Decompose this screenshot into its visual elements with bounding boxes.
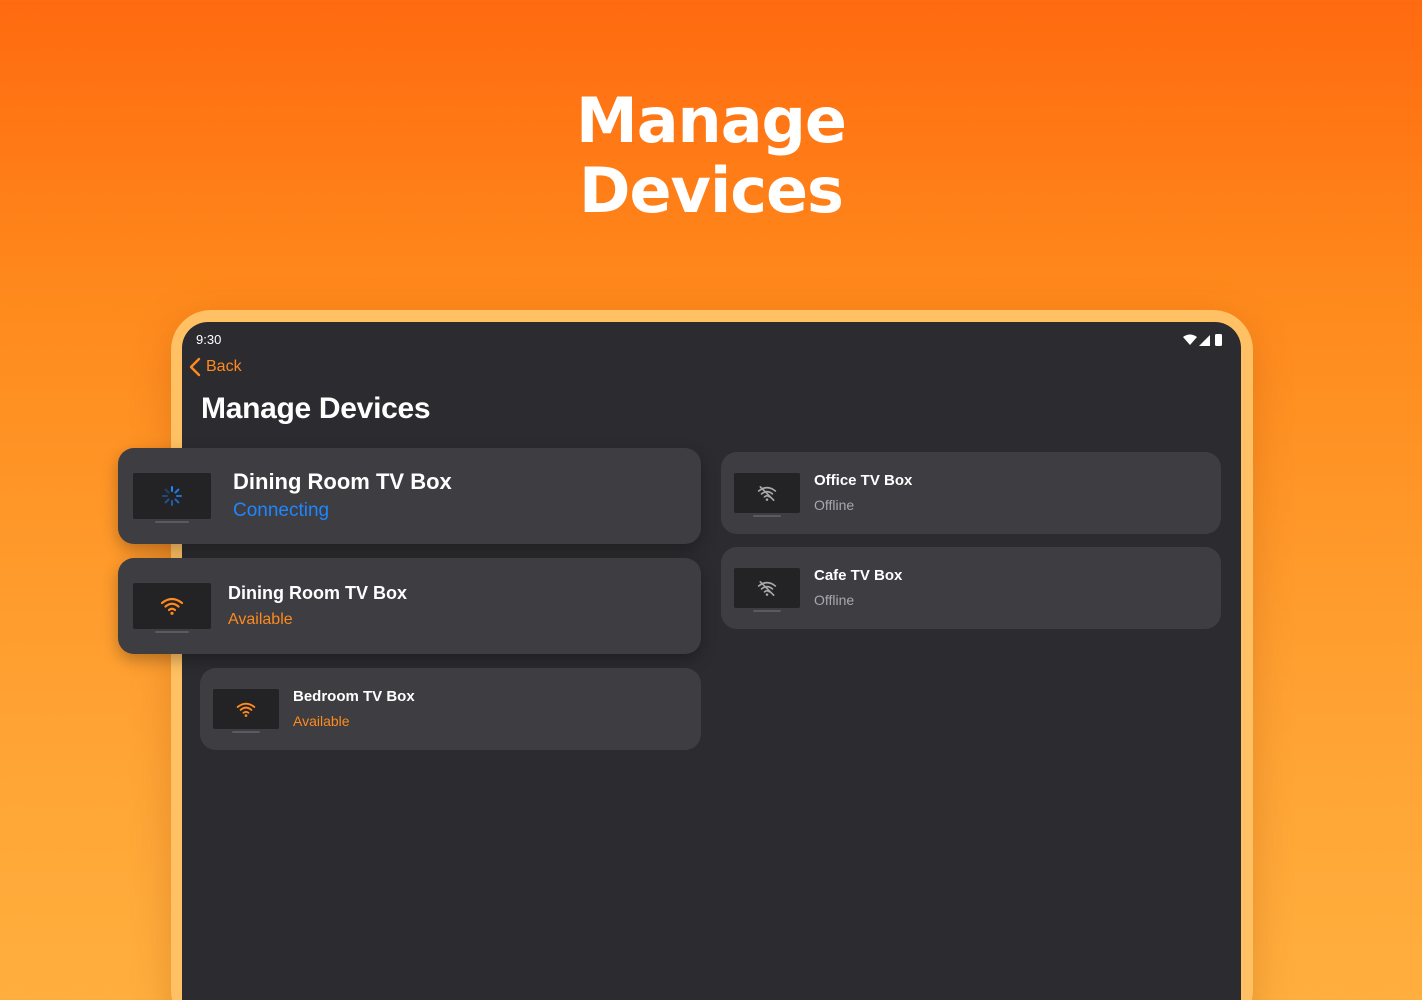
device-card-dining-room-available[interactable]: Dining Room TV Box Available [118,558,701,654]
device-name: Dining Room TV Box [228,583,407,603]
tv-thumbnail [213,689,279,733]
tv-thumbnail [133,473,211,523]
cell-signal-icon [1199,335,1210,346]
device-name: Dining Room TV Box [233,469,452,494]
device-status: Offline [814,497,855,513]
tv-thumbnail [133,583,211,633]
chevron-left-icon [189,357,201,377]
status-bar-icons [1183,334,1222,346]
tv-thumbnail [734,568,800,612]
tv-thumbnail [734,473,800,517]
wifi-off-icon [757,580,777,596]
device-name: Office TV Box [814,472,913,489]
device-status: Available [228,611,293,628]
back-button-label: Back [206,358,242,375]
status-bar-time: 9:30 [196,332,222,347]
loading-spinner-icon [162,486,182,506]
device-status: Connecting [233,500,330,521]
wifi-icon [1183,334,1197,345]
device-card-office[interactable]: Office TV Box Offline [721,452,1221,534]
device-status: Offline [814,592,855,608]
wifi-icon [236,702,256,717]
wifi-icon [160,597,184,615]
hero-title-line-1: Manage [576,84,847,157]
hero-title: Manage Devices [0,86,1422,226]
device-card-cafe[interactable]: Cafe TV Box Offline [721,547,1221,629]
device-card-dining-room-connecting[interactable]: Dining Room TV Box Connecting [118,448,701,544]
device-status: Available [293,713,350,729]
device-name: Cafe TV Box [814,567,903,584]
back-button[interactable]: Back [189,356,242,378]
device-card-bedroom[interactable]: Bedroom TV Box Available [200,668,701,750]
wifi-off-icon [757,485,777,501]
page-title: Manage Devices [201,392,431,425]
device-name: Bedroom TV Box [293,688,415,705]
battery-icon [1215,334,1222,346]
hero-title-line-2: Devices [579,154,844,227]
